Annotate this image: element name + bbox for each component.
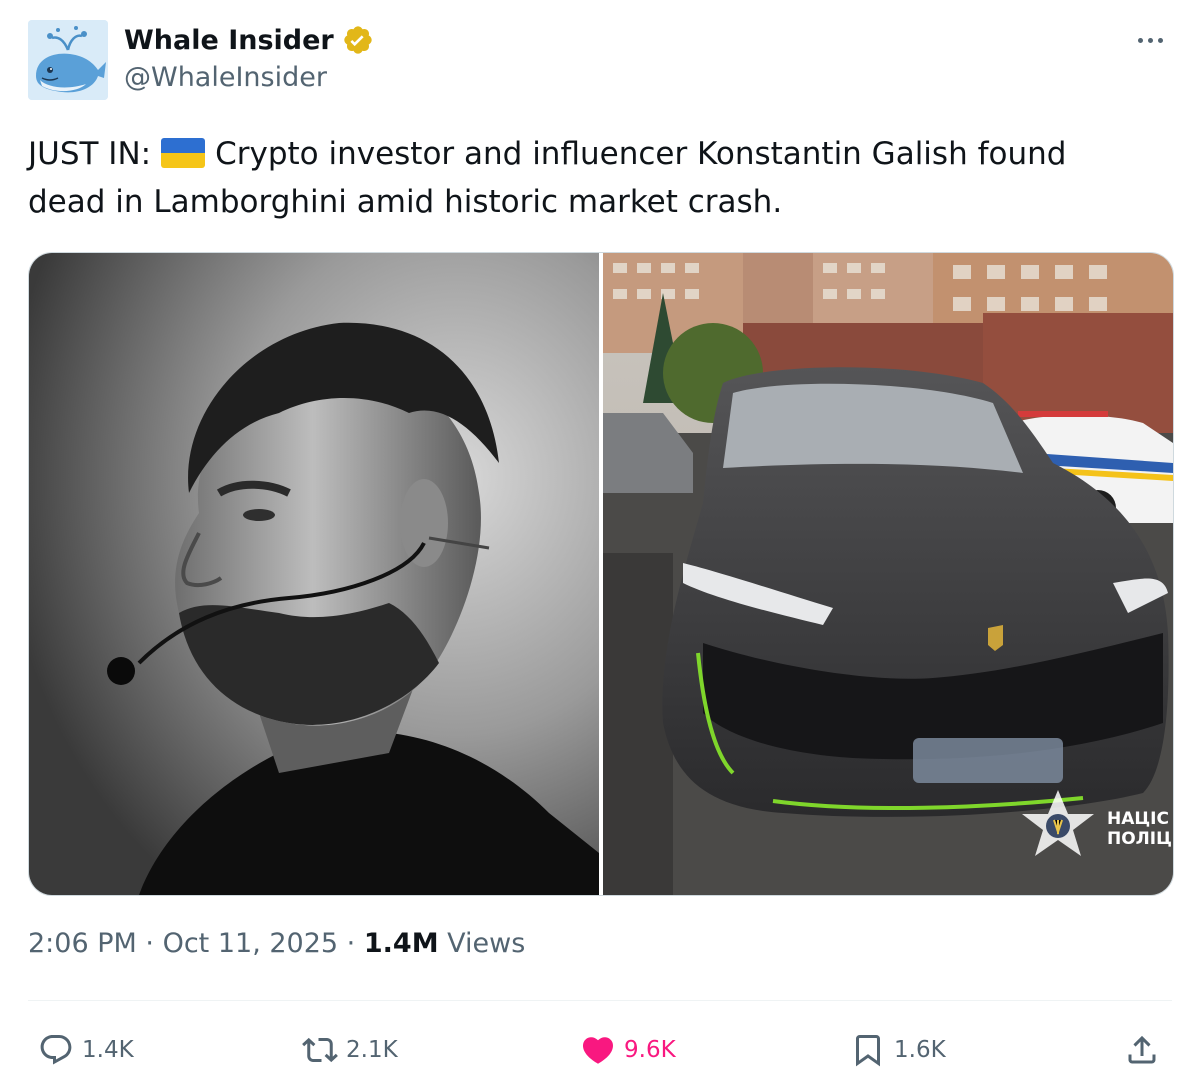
author-name-row: Whale Insider [124,20,374,60]
share-icon [1128,1035,1156,1064]
retweet-button[interactable]: 2.1K [302,1026,398,1074]
tweet: Whale Insider @WhaleInsider JUST IN: Cryp… [0,0,1200,1088]
retweet-icon [302,1037,338,1063]
reply-count: 1.4K [82,1037,134,1063]
more-dot-icon [1147,37,1153,43]
author-display-name[interactable]: Whale Insider [124,25,334,56]
bookmark-count: 1.6K [894,1037,946,1063]
action-bar: 1.4K 2.1K 9.6K 1.6K [28,1026,1172,1074]
meta-separator: · [145,928,154,959]
police-watermark-line2: ПОЛІЦ [1107,829,1172,849]
tweet-date[interactable]: Oct 11, 2025 [163,928,339,959]
tweet-time[interactable]: 2:06 PM [28,928,137,959]
more-dot-icon [1137,37,1143,43]
meta-separator: · [346,928,356,959]
views-label: Views [447,928,526,959]
reply-icon [40,1035,72,1065]
lamborghini-image [603,253,1173,895]
tweet-text: JUST IN: Crypto investor and influencer K… [28,130,1128,226]
whale-icon [28,20,108,100]
tweet-text-prefix: JUST IN: [28,136,152,172]
portrait-image [29,253,599,895]
police-watermark: НАЦІС ПОЛІЦ [1107,809,1173,849]
like-button[interactable]: 9.6K [580,1026,676,1074]
portrait-photo[interactable] [29,253,599,895]
share-button[interactable] [1124,1026,1160,1074]
divider [28,1000,1172,1001]
avatar[interactable] [28,20,108,100]
reply-button[interactable]: 1.4K [38,1026,134,1074]
views-count[interactable]: 1.4M [364,928,439,959]
retweet-count: 2.1K [346,1037,398,1063]
media-grid: НАЦІС ПОЛІЦ [28,252,1174,896]
bookmark-icon [856,1035,880,1067]
heart-icon [582,1037,614,1064]
more-dot-icon [1157,37,1163,43]
more-options-button[interactable] [1130,24,1170,56]
police-watermark-line1: НАЦІС [1107,809,1169,829]
like-count: 9.6K [624,1037,676,1063]
verified-badge-icon[interactable] [342,24,374,56]
author-handle[interactable]: @WhaleInsider [124,62,327,93]
ukraine-flag-icon [161,138,206,168]
bookmark-button[interactable]: 1.6K [850,1026,946,1074]
lamborghini-photo[interactable]: НАЦІС ПОЛІЦ [603,253,1173,895]
tweet-meta: 2:06 PM · Oct 11, 2025 · 1.4M Views [28,928,525,959]
